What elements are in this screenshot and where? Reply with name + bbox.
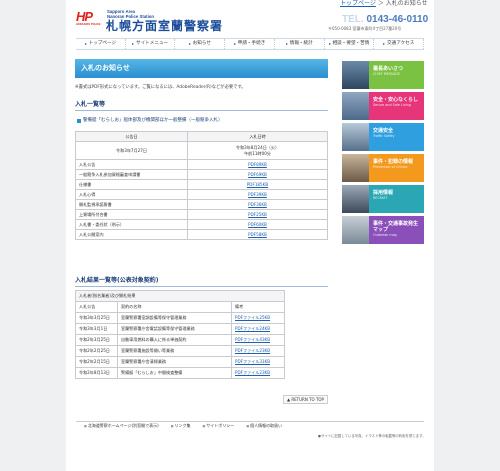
table-row: 令和2年2月15日 室蘭警察署庁舎清掃業務 PDFファイル31KB: [75, 356, 285, 368]
police-logo[interactable]: HP HOKKAIDO POLICE: [76, 9, 102, 26]
nav-statistics[interactable]: 情報・統計: [275, 39, 325, 49]
pdf-note: ※書式はPDF形式になっています。ご覧になるには、AdobeReader(R)な…: [75, 85, 246, 90]
sidebar-safe-living[interactable]: 安全・安心なくらし Secure and Safe Living: [342, 92, 424, 120]
nav-consultation[interactable]: 相談・要望・苦情: [325, 39, 375, 49]
nav-procedures[interactable]: 申請・手続き: [225, 39, 275, 49]
pdf-link[interactable]: PDFファイル31KB: [235, 359, 270, 364]
photo-icon: [342, 185, 369, 213]
footer-link-site-policy[interactable]: サイトポリシー: [203, 423, 234, 429]
copyright-note: ●サイトに記載している写真、イラスト等の転載等の利用を禁じます。: [318, 434, 426, 438]
pdf-link[interactable]: PDF89KB: [248, 162, 267, 167]
notice-date: 令和3年7月27日: [75, 141, 188, 160]
phone-number: TEL. 0143-46-0110: [342, 14, 429, 25]
sidebar-chief-message[interactable]: 署長あいさつ CHIEF MESSAGE: [342, 61, 424, 89]
address: 〒050-0083 室蘭市東町4丁目27番20号: [328, 26, 402, 31]
sidebar-recruit[interactable]: 採用情報 RECRUIT: [342, 185, 424, 213]
photo-icon: [342, 123, 369, 151]
breadcrumb-separator: ＞: [377, 0, 384, 7]
table-header: 入札公告: [75, 301, 118, 313]
pdf-link[interactable]: PDFファイル23KB: [235, 348, 270, 353]
table-row: 令和2年8月13日 警備艇「むらしお」中間検査整備 PDFファイル23KB: [75, 367, 285, 379]
table-caption: 入札者(指名業者)及び開札結果: [75, 290, 285, 302]
footer-link-hokkaido-police[interactable]: 北海道警察ホームページ(別窓開で表示): [84, 423, 159, 429]
bid-item-heading: 警備艇「むらしお」船体部及び機関部ほか一般整備（一般競争入札）: [77, 118, 223, 124]
table-header: 備考: [231, 301, 285, 313]
footer-link-links[interactable]: リンク集: [171, 423, 191, 429]
section-title-bids: 入札一覧等: [75, 101, 328, 111]
pdf-link[interactable]: PDF185KB: [247, 182, 268, 187]
footer-link-privacy[interactable]: 個人情報の取扱い: [246, 423, 282, 429]
map-icon: [342, 216, 369, 244]
nav-access[interactable]: 交通アクセス: [374, 39, 425, 49]
photo-icon: [342, 61, 369, 89]
footer-links: 北海道警察ホームページ(別窓開で表示) リンク集 サイトポリシー 個人情報の取扱…: [76, 421, 424, 429]
nav-site-menu[interactable]: サイトメニュー: [126, 39, 176, 49]
photo-icon: [342, 154, 369, 182]
breadcrumb: トップページ ＞ 入札のお知らせ: [340, 0, 428, 8]
table-header: 公告日: [75, 131, 188, 142]
bid-datetime: 令和3年8月24日（火） 午前11時00分: [187, 141, 328, 160]
pdf-link[interactable]: PDF58KB: [248, 232, 267, 237]
site-title[interactable]: 札幌方面室蘭警察署: [106, 17, 223, 34]
photo-icon: [342, 92, 369, 120]
table-row: 令和3年3月1日 室蘭警察署庁舎電話設備等保守管理業務 PDFファイル24KB: [75, 323, 285, 335]
table-header: 入札日時: [187, 131, 328, 142]
breadcrumb-home[interactable]: トップページ: [340, 0, 376, 7]
pdf-link[interactable]: PDFファイル23KB: [235, 370, 270, 375]
table-row: 上質場所付合書 PDF25KB: [75, 209, 328, 220]
page-title: 入札のお知らせ: [75, 59, 328, 78]
section-title-results: 入札結果一覧等(公表対象契約): [75, 277, 328, 287]
table-row: 令和3年3月25日 室蘭警察署室調設備等保守管理業務 PDFファイル25KB: [75, 312, 285, 324]
pdf-link[interactable]: PDF69KB: [248, 172, 267, 177]
pdf-link[interactable]: PDF60KB: [248, 222, 267, 227]
sidebar-crime-info[interactable]: 事件・犯罪の情報 Prevention of Crimes: [342, 154, 424, 182]
breadcrumb-current: 入札のお知らせ: [385, 0, 428, 7]
bullet-icon: [77, 118, 81, 123]
sidebar-traffic-safety[interactable]: 交通安全 Traffic Safety: [342, 123, 424, 151]
return-to-top-button[interactable]: ▲ RETURN TO TOP: [283, 395, 328, 404]
global-nav: トップページ サイトメニュー お知らせ 申請・手続き 情報・統計 相談・要望・苦…: [76, 38, 425, 50]
pdf-link[interactable]: PDF39KB: [248, 192, 267, 197]
bid-results-table: 入札者(指名業者)及び開札結果 入札公告 契約の名称 備考 令和3年3月25日 室蘭警…: [75, 290, 285, 379]
table-header: 契約の名称: [117, 301, 232, 313]
sidebar-outbreak-map[interactable]: 事件・交通事故発生マップ Outbreak map: [342, 216, 424, 244]
table-row: 令和2年3月25日 自動車用燃料の購入に係る単価契約 PDFファイル43KB: [75, 334, 285, 346]
pdf-link[interactable]: PDFファイル43KB: [235, 337, 270, 342]
table-row: 仕様書 PDF185KB: [75, 179, 328, 190]
pdf-link[interactable]: PDF25KB: [248, 212, 267, 217]
nav-news[interactable]: お知らせ: [175, 39, 226, 49]
bid-documents-table: 公告日 入札日時 令和3年7月27日 令和3年8月24日（火） 午前11時00分 入札…: [75, 131, 328, 240]
table-row: 入札心得 PDF39KB: [75, 189, 328, 200]
table-row: 開札監視承諾誓書 PDF36KB: [75, 199, 328, 210]
table-row: 一般競争入札参加資格審査申請書 PDF69KB: [75, 169, 328, 180]
table-row: 入札公告 PDF89KB: [75, 159, 328, 170]
table-row: 入札公開案内 PDF58KB: [75, 229, 328, 240]
table-row: 入札書・委任状（例示） PDF60KB: [75, 219, 328, 230]
table-row: 令和2年2月25日 室蘭警察署施設等開い等業務 PDFファイル23KB: [75, 345, 285, 357]
nav-top[interactable]: トップページ: [76, 39, 126, 49]
pdf-link[interactable]: PDFファイル25KB: [235, 315, 270, 320]
pdf-link[interactable]: PDF36KB: [248, 202, 267, 207]
arrow-up-icon: ▲: [287, 397, 291, 402]
pdf-link[interactable]: PDFファイル24KB: [235, 326, 270, 331]
